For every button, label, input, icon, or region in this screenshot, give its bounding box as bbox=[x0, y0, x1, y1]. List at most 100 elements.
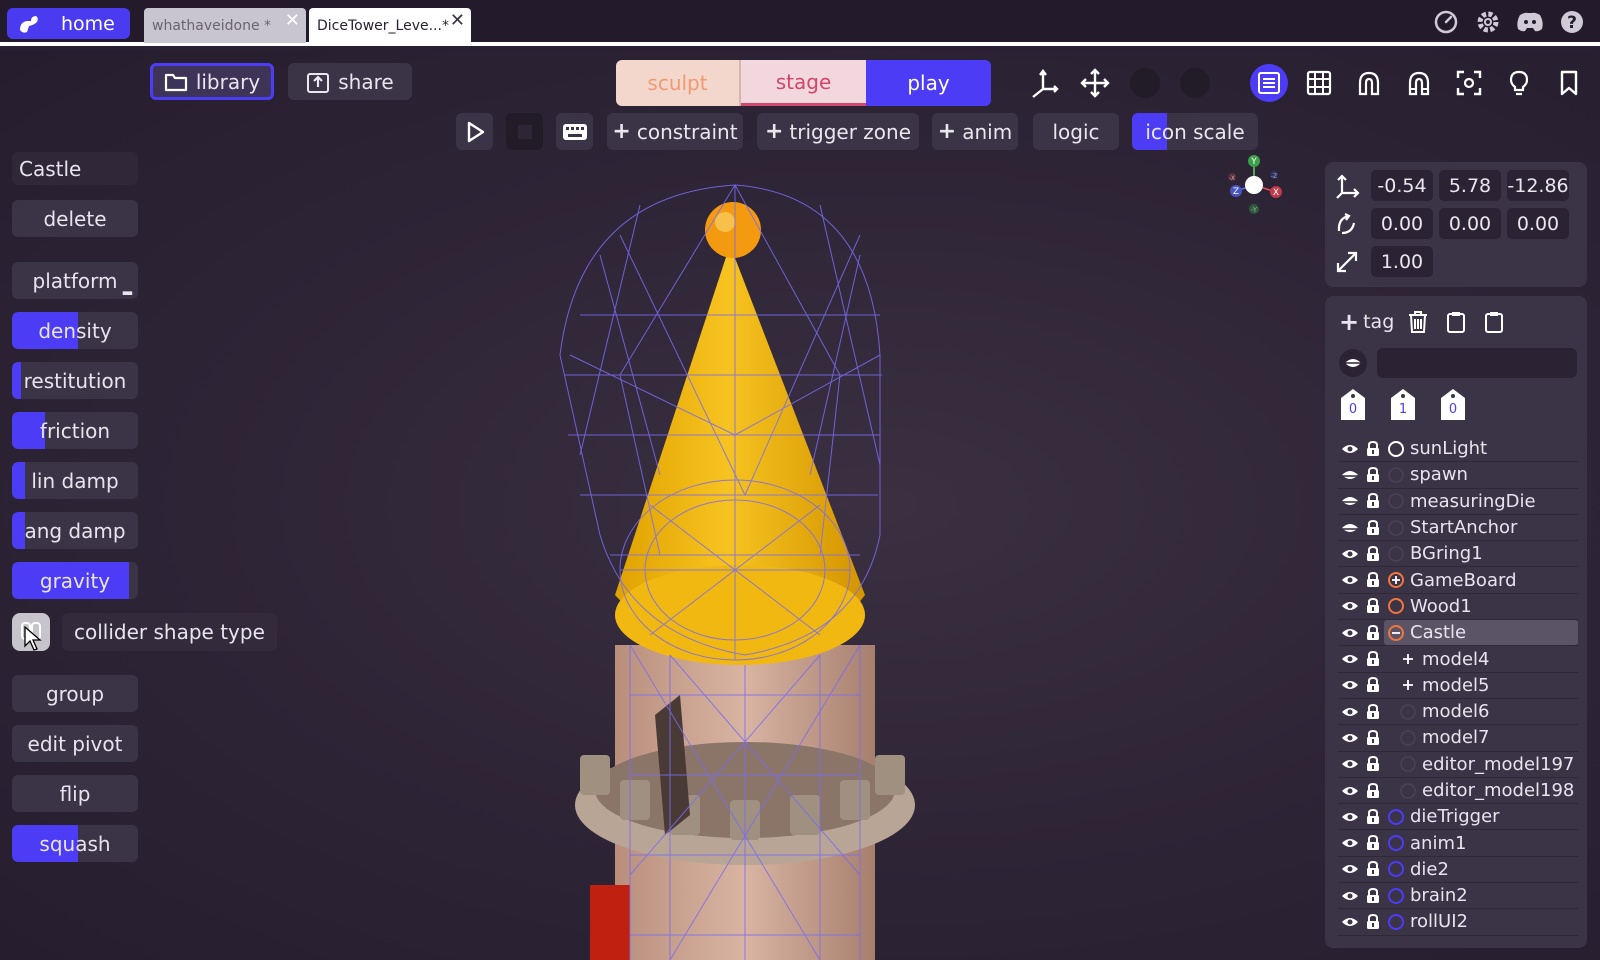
document-tab-whathaveidone[interactable]: whathaveidone * ✕ bbox=[144, 8, 306, 43]
outliner-item-startanchor[interactable]: StartAnchor bbox=[1338, 515, 1578, 542]
outliner-item-model4[interactable]: model4 bbox=[1338, 646, 1578, 673]
undo-icon[interactable] bbox=[1126, 64, 1164, 102]
outliner-item-editor_model198[interactable]: editor_model198 bbox=[1338, 778, 1578, 805]
lock-icon[interactable] bbox=[1362, 782, 1384, 799]
visibility-eye-icon[interactable] bbox=[1338, 758, 1362, 770]
outliner-item-bgring1[interactable]: BGring1 bbox=[1338, 541, 1578, 568]
grid-icon[interactable] bbox=[1300, 64, 1338, 102]
outliner-search-input[interactable] bbox=[1377, 348, 1577, 378]
outliner-item-sunlight[interactable]: sunLight bbox=[1338, 436, 1578, 463]
visibility-eye-icon[interactable] bbox=[1338, 600, 1362, 612]
lock-icon[interactable] bbox=[1362, 835, 1384, 851]
tag-filter-2[interactable]: 0 bbox=[1439, 388, 1467, 422]
visibility-eye-icon[interactable] bbox=[1338, 837, 1362, 849]
lin-damp-slider[interactable]: lin damp bbox=[12, 462, 138, 499]
flip-button[interactable]: flip bbox=[12, 775, 138, 812]
add-constraint-button[interactable]: + constraint bbox=[607, 113, 743, 150]
position-z-field[interactable]: -12.86 bbox=[1507, 170, 1569, 201]
visibility-eye-icon[interactable] bbox=[1338, 627, 1362, 639]
snap-magnet-icon[interactable] bbox=[1400, 64, 1438, 102]
close-icon[interactable]: ✕ bbox=[285, 10, 300, 31]
lock-icon[interactable] bbox=[1362, 624, 1384, 641]
visibility-eye-icon[interactable] bbox=[1338, 863, 1362, 875]
outliner-list-icon[interactable] bbox=[1250, 64, 1288, 102]
discord-icon[interactable] bbox=[1516, 8, 1544, 36]
tag-filter-0[interactable]: 0 bbox=[1339, 388, 1367, 422]
outliner-item-rollui2[interactable]: rollUI2 bbox=[1338, 909, 1578, 936]
lock-icon[interactable] bbox=[1362, 572, 1384, 588]
gravity-slider[interactable]: gravity bbox=[12, 562, 138, 599]
lock-icon[interactable] bbox=[1362, 651, 1384, 667]
rotation-y-field[interactable]: 0.00 bbox=[1439, 208, 1501, 239]
visibility-eye-icon[interactable] bbox=[1338, 732, 1362, 744]
close-icon[interactable]: ✕ bbox=[450, 10, 465, 31]
outliner-item-brain2[interactable]: brain2 bbox=[1338, 883, 1578, 910]
group-button[interactable]: group bbox=[12, 675, 138, 712]
castle-tower-model[interactable] bbox=[520, 175, 980, 960]
expand-icon[interactable] bbox=[1386, 570, 1406, 590]
visibility-eye-icon[interactable] bbox=[1338, 679, 1362, 691]
outliner-item-model6[interactable]: model6 bbox=[1338, 699, 1578, 726]
visibility-filter-icon[interactable] bbox=[1339, 349, 1367, 377]
collapse-icon[interactable] bbox=[1386, 623, 1406, 643]
lock-icon[interactable] bbox=[1362, 545, 1384, 562]
visibility-eye-icon[interactable] bbox=[1338, 522, 1362, 534]
copy-icon[interactable] bbox=[1442, 308, 1470, 336]
lock-icon[interactable] bbox=[1362, 887, 1384, 904]
visibility-eye-icon[interactable] bbox=[1338, 916, 1362, 928]
speedometer-icon[interactable] bbox=[1432, 8, 1460, 36]
visibility-eye-icon[interactable] bbox=[1338, 443, 1362, 455]
outliner-item-editor_model197[interactable]: editor_model197 bbox=[1338, 752, 1578, 778]
edit-pivot-button[interactable]: edit pivot bbox=[12, 725, 138, 762]
squash-slider[interactable]: squash bbox=[12, 825, 138, 862]
stop-button[interactable] bbox=[506, 113, 543, 150]
ang-damp-slider[interactable]: ang damp bbox=[12, 512, 138, 549]
visibility-eye-icon[interactable] bbox=[1338, 811, 1362, 823]
platform-dropdown[interactable]: platform ▂ bbox=[12, 262, 138, 299]
outliner-item-spawn[interactable]: spawn bbox=[1338, 462, 1578, 489]
lock-icon[interactable] bbox=[1362, 598, 1384, 614]
lock-icon[interactable] bbox=[1362, 493, 1384, 509]
lock-icon[interactable] bbox=[1362, 861, 1384, 877]
scale-field[interactable]: 1.00 bbox=[1371, 246, 1433, 277]
lock-icon[interactable] bbox=[1362, 703, 1384, 720]
lock-icon[interactable] bbox=[1362, 440, 1384, 457]
outliner-item-gameboard[interactable]: GameBoard bbox=[1338, 567, 1578, 594]
tab-play[interactable]: play bbox=[866, 60, 991, 106]
visibility-eye-icon[interactable] bbox=[1338, 890, 1362, 902]
axis-gizmo[interactable]: Y X Z -Y -X -Z bbox=[1224, 155, 1284, 215]
friction-slider[interactable]: friction bbox=[12, 412, 138, 449]
restitution-slider[interactable]: restitution bbox=[12, 362, 138, 399]
visibility-eye-icon[interactable] bbox=[1338, 495, 1362, 507]
outliner-item-castle[interactable]: Castle bbox=[1338, 620, 1578, 647]
outliner-item-model5[interactable]: model5 bbox=[1338, 673, 1578, 699]
home-tab[interactable]: home bbox=[7, 8, 130, 39]
add-tag-button[interactable]: + tag bbox=[1339, 308, 1394, 336]
magnet-icon[interactable] bbox=[1350, 64, 1388, 102]
tag-filter-1[interactable]: 1 bbox=[1389, 388, 1417, 422]
trash-icon[interactable] bbox=[1404, 308, 1432, 336]
object-name-field[interactable]: Castle bbox=[12, 152, 138, 185]
play-button[interactable] bbox=[456, 113, 493, 150]
icon-scale-slider[interactable]: icon scale bbox=[1132, 113, 1258, 150]
outliner-item-dietrigger[interactable]: dieTrigger bbox=[1338, 804, 1578, 831]
logic-button[interactable]: logic bbox=[1033, 113, 1119, 150]
rotation-x-field[interactable]: 0.00 bbox=[1371, 208, 1433, 239]
outliner-item-wood1[interactable]: Wood1 bbox=[1338, 594, 1578, 621]
outliner-item-anim1[interactable]: anim1 bbox=[1338, 830, 1578, 857]
help-icon[interactable]: ? bbox=[1558, 8, 1586, 36]
visibility-eye-icon[interactable] bbox=[1338, 548, 1362, 560]
tab-sculpt[interactable]: sculpt bbox=[616, 60, 741, 106]
add-trigger-zone-button[interactable]: + trigger zone bbox=[757, 113, 919, 150]
rotation-z-field[interactable]: 0.00 bbox=[1507, 208, 1569, 239]
add-anim-button[interactable]: + anim bbox=[932, 113, 1018, 150]
outliner-item-model7[interactable]: model7 bbox=[1338, 725, 1578, 752]
expand-icon[interactable] bbox=[1398, 675, 1418, 695]
library-button[interactable]: library bbox=[150, 63, 274, 100]
move-icon[interactable] bbox=[1076, 64, 1114, 102]
visibility-eye-icon[interactable] bbox=[1338, 706, 1362, 718]
gear-icon[interactable] bbox=[1474, 8, 1502, 36]
lock-icon[interactable] bbox=[1362, 756, 1384, 772]
visibility-eye-icon[interactable] bbox=[1338, 574, 1362, 586]
position-y-field[interactable]: 5.78 bbox=[1439, 170, 1501, 201]
